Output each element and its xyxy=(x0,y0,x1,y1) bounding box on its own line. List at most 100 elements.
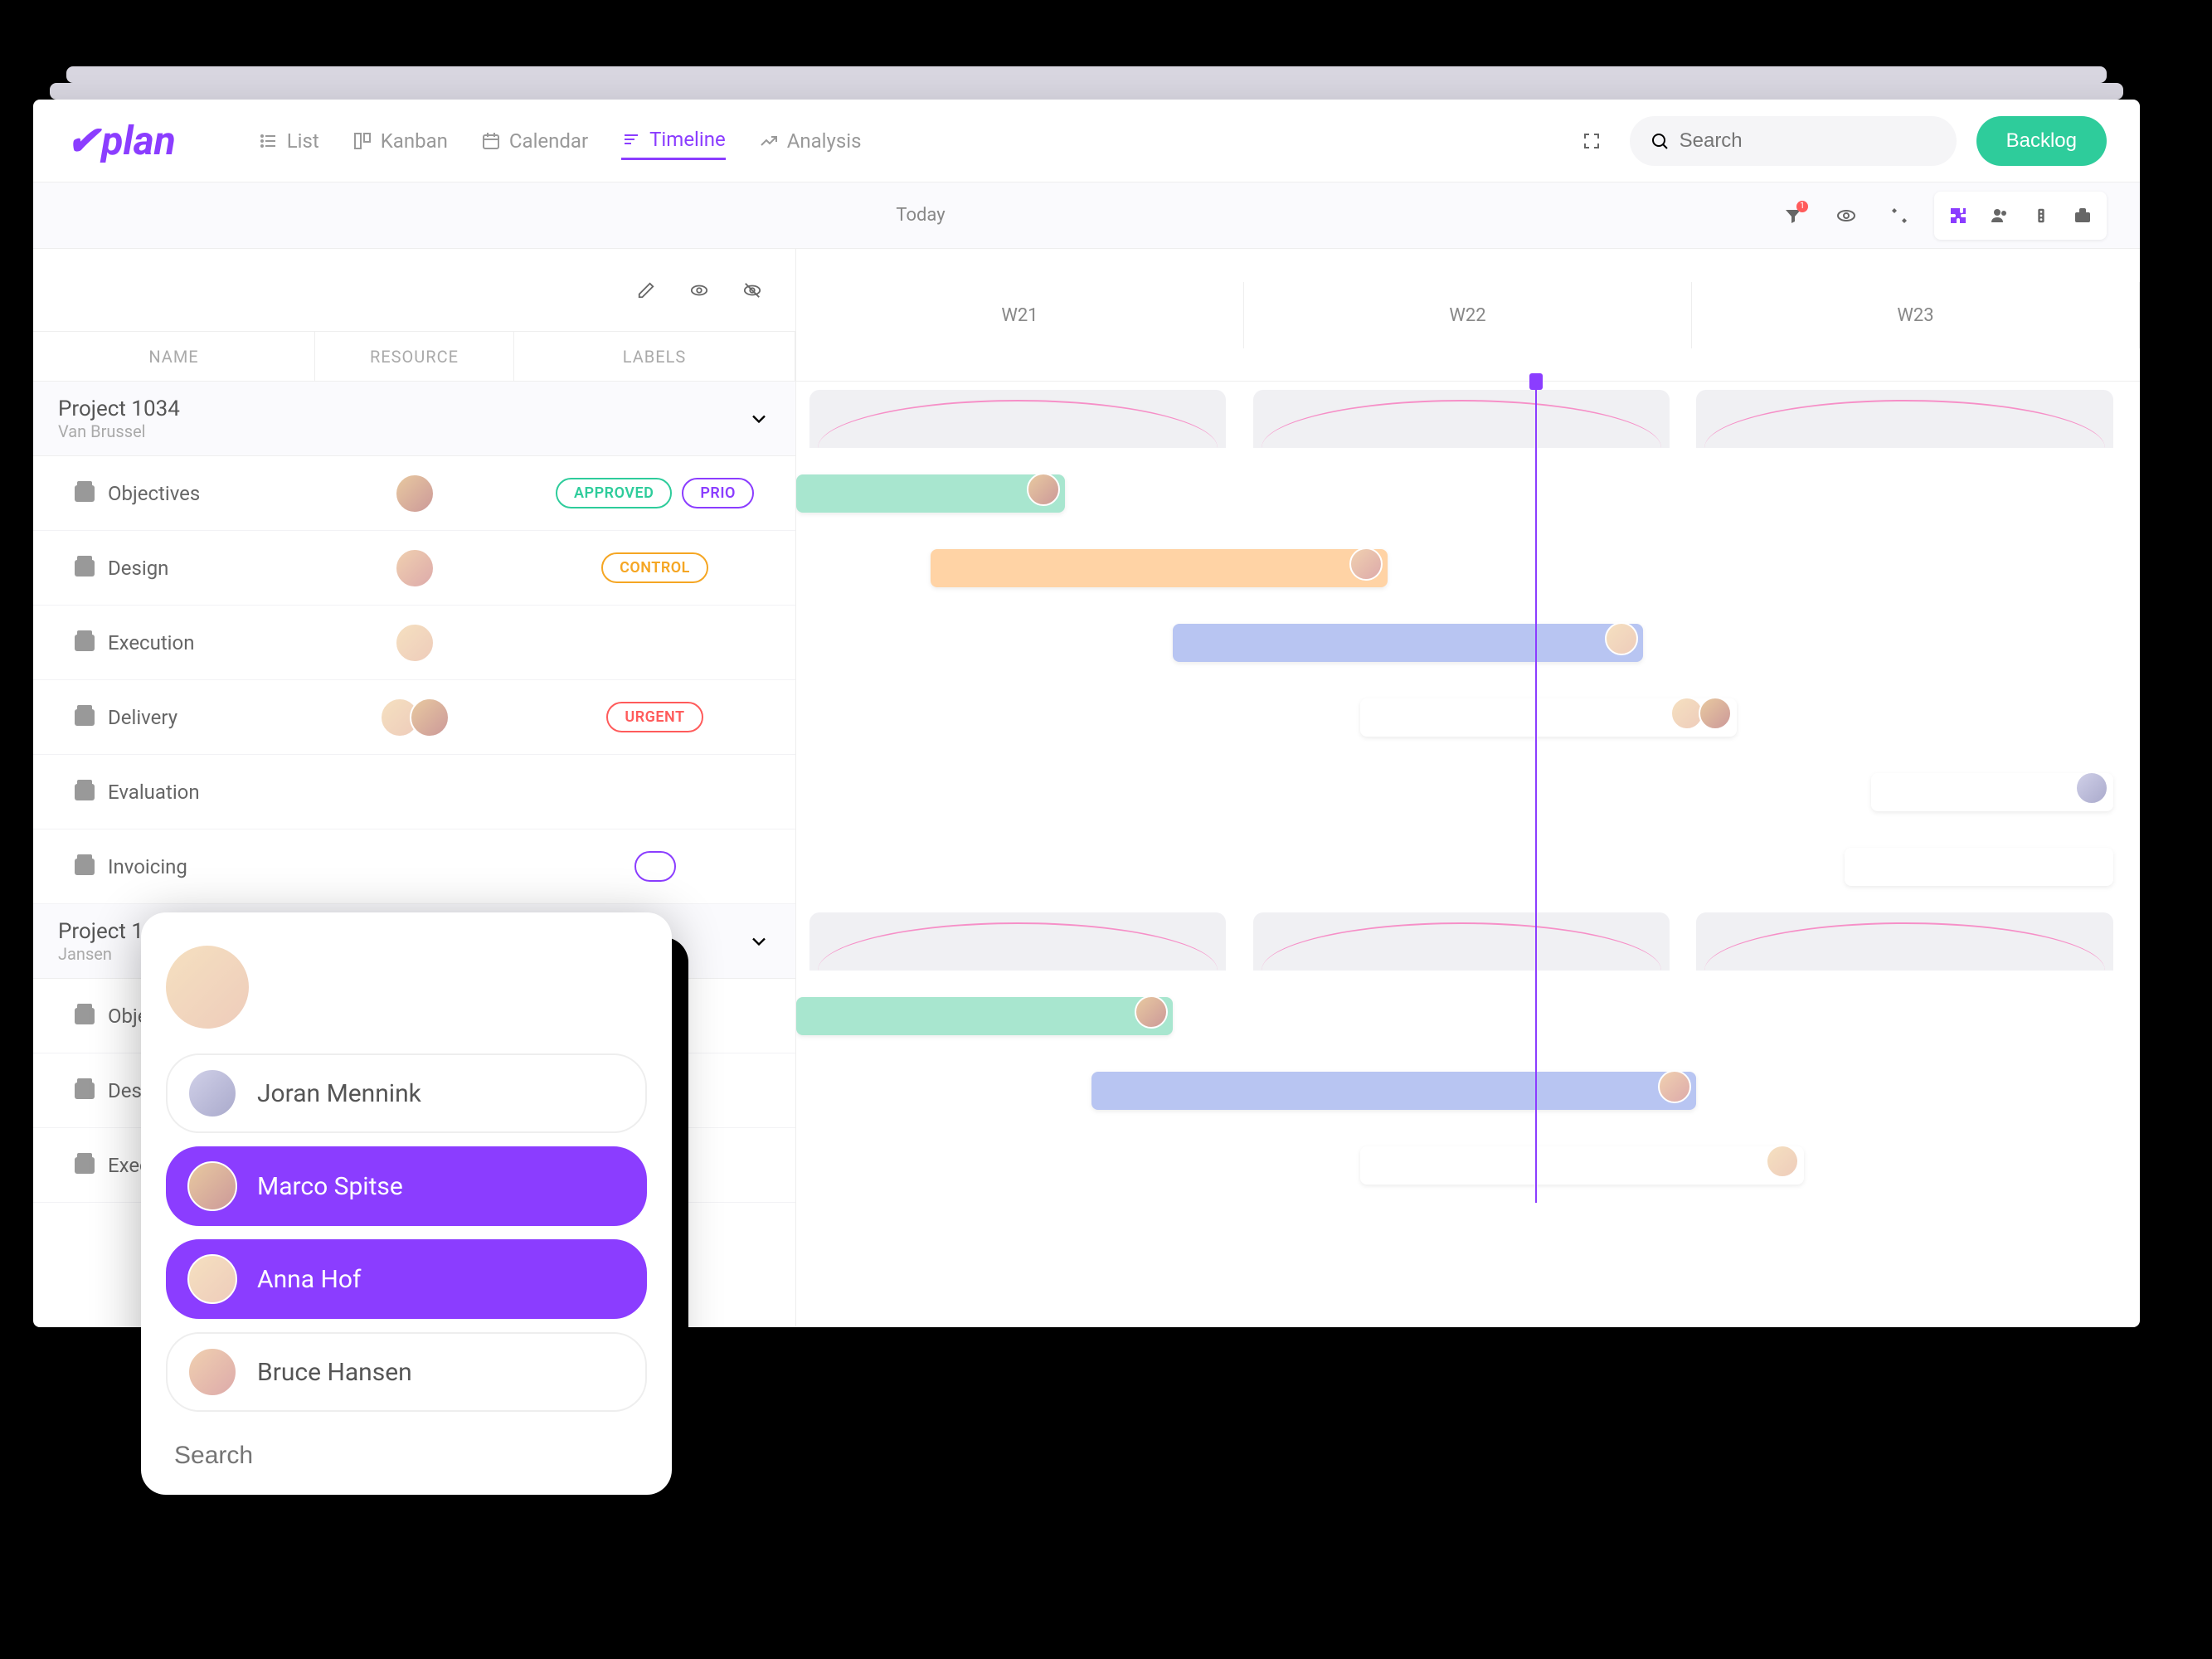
picker-item[interactable]: Marco Spitse xyxy=(166,1146,647,1226)
people-icon xyxy=(1990,206,2010,226)
task-name: Evaluation xyxy=(108,781,200,804)
task-icon xyxy=(75,859,95,875)
gantt-bar[interactable] xyxy=(796,474,1065,513)
avatar[interactable] xyxy=(395,474,435,513)
col-name: NAME xyxy=(33,332,315,381)
list-icon xyxy=(259,131,279,151)
gantt-bar[interactable] xyxy=(796,997,1173,1035)
gantt-bar[interactable] xyxy=(1173,624,1643,662)
week-col: W22 xyxy=(1244,282,1692,348)
timeline-icon xyxy=(621,129,641,149)
task-row[interactable]: Design CONTROL xyxy=(33,531,795,606)
picker-item[interactable]: Anna Hof xyxy=(166,1239,647,1319)
eye-icon xyxy=(1836,206,1856,226)
avatar-stack[interactable] xyxy=(380,698,450,737)
search-input[interactable] xyxy=(1680,129,1937,153)
gantt-bar[interactable] xyxy=(1360,698,1737,737)
gantt-chart[interactable]: W21 W22 W23 xyxy=(796,249,2140,1327)
people-button[interactable] xyxy=(1979,195,2020,236)
pencil-icon xyxy=(637,281,655,299)
gantt-row xyxy=(796,531,2140,606)
capacity-wave xyxy=(1253,912,1670,971)
label-prio[interactable]: PRIO xyxy=(682,478,754,508)
edit-button[interactable] xyxy=(628,272,664,309)
picker-item[interactable]: Joran Mennink xyxy=(166,1053,647,1133)
avatar xyxy=(1027,473,1060,506)
project-header[interactable]: Project 1034 Van Brussel xyxy=(33,382,795,456)
task-icon xyxy=(75,784,95,800)
gantt-row xyxy=(796,1128,2140,1203)
briefcase-button[interactable] xyxy=(2062,195,2103,236)
capacity-wave xyxy=(1253,390,1670,448)
tab-list[interactable]: List xyxy=(259,121,319,160)
show-button[interactable] xyxy=(681,272,717,309)
gantt-bar[interactable] xyxy=(1845,848,2113,886)
task-name: Invoicing xyxy=(108,855,187,878)
picker-item[interactable]: Bruce Hansen xyxy=(166,1332,647,1412)
track-button[interactable] xyxy=(2020,195,2062,236)
picker-search-input[interactable] xyxy=(166,1425,647,1470)
eye-icon xyxy=(690,281,708,299)
task-row[interactable]: Objectives APPROVEDPRIO xyxy=(33,456,795,531)
capacity-wave xyxy=(1696,390,2112,448)
avatar[interactable] xyxy=(395,548,435,588)
logo: ✔plan xyxy=(66,117,176,164)
gantt-row xyxy=(796,606,2140,680)
tab-timeline-label: Timeline xyxy=(649,128,726,151)
task-icon xyxy=(75,1157,95,1174)
tab-timeline[interactable]: Timeline xyxy=(621,121,726,160)
task-icon xyxy=(75,560,95,577)
tab-calendar[interactable]: Calendar xyxy=(481,121,588,160)
kanban-icon xyxy=(352,131,372,151)
chevron-down-icon xyxy=(747,407,771,431)
avatar[interactable] xyxy=(395,623,435,663)
avatar xyxy=(1135,995,1168,1029)
avatar xyxy=(187,1161,237,1211)
avatar xyxy=(2075,771,2108,805)
picker-name: Marco Spitse xyxy=(257,1172,403,1201)
selected-avatar xyxy=(166,946,249,1029)
task-row[interactable]: Invoicing xyxy=(33,830,795,904)
task-icon xyxy=(75,1082,95,1099)
avatar xyxy=(1658,1070,1691,1103)
search-box[interactable] xyxy=(1630,116,1957,166)
fullscreen-icon xyxy=(1582,131,1602,151)
track-icon xyxy=(2032,207,2050,225)
tab-calendar-label: Calendar xyxy=(509,129,588,153)
label-urgent[interactable]: URGENT xyxy=(606,702,702,732)
picker-name: Bruce Hansen xyxy=(257,1358,412,1387)
gantt-row xyxy=(796,456,2140,531)
today-label[interactable]: Today xyxy=(896,205,945,226)
label-pill[interactable] xyxy=(634,851,676,882)
tab-kanban-label: Kanban xyxy=(381,129,448,153)
settings-button[interactable] xyxy=(1881,197,1918,234)
fullscreen-button[interactable] xyxy=(1573,123,1610,159)
gantt-bar[interactable] xyxy=(1871,773,2113,811)
puzzle-button[interactable] xyxy=(1937,195,1979,236)
task-row[interactable]: Delivery URGENT xyxy=(33,680,795,755)
project-client: Van Brussel xyxy=(58,421,180,441)
avatar xyxy=(1766,1145,1799,1178)
week-col: W23 xyxy=(1692,282,2140,348)
capacity-wave xyxy=(1696,912,2112,971)
task-row[interactable]: Evaluation xyxy=(33,755,795,830)
label-approved[interactable]: APPROVED xyxy=(556,478,672,508)
filter-button[interactable]: 1 xyxy=(1775,197,1811,234)
hide-button[interactable] xyxy=(734,272,771,309)
week-col: W21 xyxy=(796,282,1244,348)
gantt-row xyxy=(796,830,2140,904)
gantt-body xyxy=(796,382,2140,1203)
task-icon xyxy=(75,485,95,502)
tab-analysis[interactable]: Analysis xyxy=(759,121,862,160)
label-control[interactable]: CONTROL xyxy=(601,552,708,583)
gantt-bar[interactable] xyxy=(1360,1146,1804,1185)
tab-kanban[interactable]: Kanban xyxy=(352,121,448,160)
task-row[interactable]: Execution xyxy=(33,606,795,680)
analysis-icon xyxy=(759,131,779,151)
backlog-button[interactable]: Backlog xyxy=(1976,116,2107,166)
visibility-button[interactable] xyxy=(1828,197,1864,234)
col-resource: RESOURCE xyxy=(315,332,514,381)
gantt-bar[interactable] xyxy=(931,549,1388,587)
capacity-wave xyxy=(809,390,1226,448)
gantt-bar[interactable] xyxy=(1091,1072,1696,1110)
